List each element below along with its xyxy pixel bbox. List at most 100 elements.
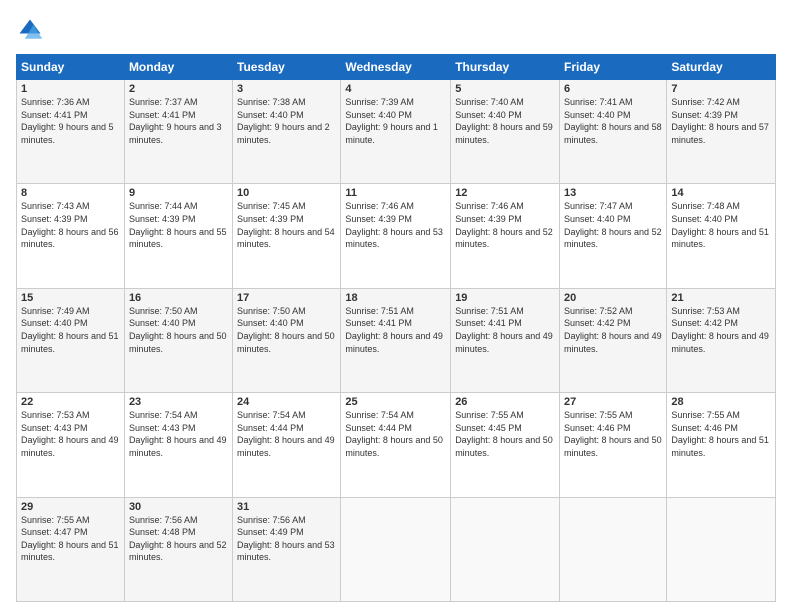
day-number: 26 [455, 396, 555, 408]
day-info: Sunrise: 7:42 AMSunset: 4:39 PMDaylight:… [671, 96, 771, 146]
day-number: 27 [564, 396, 662, 408]
calendar-cell: 23Sunrise: 7:54 AMSunset: 4:43 PMDayligh… [124, 393, 232, 497]
calendar-cell: 21Sunrise: 7:53 AMSunset: 4:42 PMDayligh… [667, 288, 776, 392]
day-number: 16 [129, 292, 228, 304]
calendar-week-row: 22Sunrise: 7:53 AMSunset: 4:43 PMDayligh… [17, 393, 776, 497]
day-number: 7 [671, 83, 771, 95]
day-info: Sunrise: 7:49 AMSunset: 4:40 PMDaylight:… [21, 305, 120, 355]
col-header-friday: Friday [560, 55, 667, 80]
day-number: 20 [564, 292, 662, 304]
day-info: Sunrise: 7:50 AMSunset: 4:40 PMDaylight:… [129, 305, 228, 355]
logo [16, 16, 48, 44]
calendar-cell: 20Sunrise: 7:52 AMSunset: 4:42 PMDayligh… [560, 288, 667, 392]
day-number: 24 [237, 396, 336, 408]
calendar-cell: 29Sunrise: 7:55 AMSunset: 4:47 PMDayligh… [17, 497, 125, 601]
calendar-cell: 28Sunrise: 7:55 AMSunset: 4:46 PMDayligh… [667, 393, 776, 497]
calendar-cell [560, 497, 667, 601]
calendar-cell: 22Sunrise: 7:53 AMSunset: 4:43 PMDayligh… [17, 393, 125, 497]
day-info: Sunrise: 7:54 AMSunset: 4:43 PMDaylight:… [129, 409, 228, 459]
calendar-cell: 9Sunrise: 7:44 AMSunset: 4:39 PMDaylight… [124, 184, 232, 288]
day-info: Sunrise: 7:40 AMSunset: 4:40 PMDaylight:… [455, 96, 555, 146]
day-info: Sunrise: 7:55 AMSunset: 4:46 PMDaylight:… [564, 409, 662, 459]
day-number: 30 [129, 501, 228, 513]
day-number: 3 [237, 83, 336, 95]
calendar-cell: 24Sunrise: 7:54 AMSunset: 4:44 PMDayligh… [233, 393, 341, 497]
logo-icon [16, 16, 44, 44]
calendar-cell: 7Sunrise: 7:42 AMSunset: 4:39 PMDaylight… [667, 80, 776, 184]
calendar-cell: 16Sunrise: 7:50 AMSunset: 4:40 PMDayligh… [124, 288, 232, 392]
calendar-table: SundayMondayTuesdayWednesdayThursdayFrid… [16, 54, 776, 602]
day-info: Sunrise: 7:56 AMSunset: 4:48 PMDaylight:… [129, 514, 228, 564]
calendar-cell: 3Sunrise: 7:38 AMSunset: 4:40 PMDaylight… [233, 80, 341, 184]
day-info: Sunrise: 7:55 AMSunset: 4:47 PMDaylight:… [21, 514, 120, 564]
day-info: Sunrise: 7:54 AMSunset: 4:44 PMDaylight:… [237, 409, 336, 459]
calendar-cell: 6Sunrise: 7:41 AMSunset: 4:40 PMDaylight… [560, 80, 667, 184]
day-info: Sunrise: 7:55 AMSunset: 4:46 PMDaylight:… [671, 409, 771, 459]
calendar-header-row: SundayMondayTuesdayWednesdayThursdayFrid… [17, 55, 776, 80]
day-number: 8 [21, 187, 120, 199]
day-number: 2 [129, 83, 228, 95]
day-info: Sunrise: 7:46 AMSunset: 4:39 PMDaylight:… [345, 200, 446, 250]
day-info: Sunrise: 7:53 AMSunset: 4:43 PMDaylight:… [21, 409, 120, 459]
calendar-cell: 12Sunrise: 7:46 AMSunset: 4:39 PMDayligh… [451, 184, 560, 288]
calendar-cell: 8Sunrise: 7:43 AMSunset: 4:39 PMDaylight… [17, 184, 125, 288]
day-info: Sunrise: 7:52 AMSunset: 4:42 PMDaylight:… [564, 305, 662, 355]
calendar-week-row: 15Sunrise: 7:49 AMSunset: 4:40 PMDayligh… [17, 288, 776, 392]
day-number: 4 [345, 83, 446, 95]
day-number: 12 [455, 187, 555, 199]
calendar-week-row: 8Sunrise: 7:43 AMSunset: 4:39 PMDaylight… [17, 184, 776, 288]
day-info: Sunrise: 7:38 AMSunset: 4:40 PMDaylight:… [237, 96, 336, 146]
day-info: Sunrise: 7:51 AMSunset: 4:41 PMDaylight:… [345, 305, 446, 355]
calendar-cell: 14Sunrise: 7:48 AMSunset: 4:40 PMDayligh… [667, 184, 776, 288]
calendar-cell: 5Sunrise: 7:40 AMSunset: 4:40 PMDaylight… [451, 80, 560, 184]
day-number: 28 [671, 396, 771, 408]
header [16, 16, 776, 44]
calendar-cell: 10Sunrise: 7:45 AMSunset: 4:39 PMDayligh… [233, 184, 341, 288]
day-info: Sunrise: 7:45 AMSunset: 4:39 PMDaylight:… [237, 200, 336, 250]
day-number: 31 [237, 501, 336, 513]
calendar-cell: 13Sunrise: 7:47 AMSunset: 4:40 PMDayligh… [560, 184, 667, 288]
col-header-tuesday: Tuesday [233, 55, 341, 80]
day-number: 21 [671, 292, 771, 304]
day-info: Sunrise: 7:47 AMSunset: 4:40 PMDaylight:… [564, 200, 662, 250]
calendar-week-row: 29Sunrise: 7:55 AMSunset: 4:47 PMDayligh… [17, 497, 776, 601]
calendar-cell: 27Sunrise: 7:55 AMSunset: 4:46 PMDayligh… [560, 393, 667, 497]
day-number: 29 [21, 501, 120, 513]
day-number: 18 [345, 292, 446, 304]
page: SundayMondayTuesdayWednesdayThursdayFrid… [0, 0, 792, 612]
day-info: Sunrise: 7:43 AMSunset: 4:39 PMDaylight:… [21, 200, 120, 250]
calendar-cell: 1Sunrise: 7:36 AMSunset: 4:41 PMDaylight… [17, 80, 125, 184]
calendar-cell: 25Sunrise: 7:54 AMSunset: 4:44 PMDayligh… [341, 393, 451, 497]
col-header-wednesday: Wednesday [341, 55, 451, 80]
day-number: 11 [345, 187, 446, 199]
day-info: Sunrise: 7:53 AMSunset: 4:42 PMDaylight:… [671, 305, 771, 355]
calendar-cell: 11Sunrise: 7:46 AMSunset: 4:39 PMDayligh… [341, 184, 451, 288]
calendar-cell: 31Sunrise: 7:56 AMSunset: 4:49 PMDayligh… [233, 497, 341, 601]
day-number: 9 [129, 187, 228, 199]
day-info: Sunrise: 7:41 AMSunset: 4:40 PMDaylight:… [564, 96, 662, 146]
col-header-sunday: Sunday [17, 55, 125, 80]
calendar-cell: 4Sunrise: 7:39 AMSunset: 4:40 PMDaylight… [341, 80, 451, 184]
day-number: 22 [21, 396, 120, 408]
calendar-cell: 18Sunrise: 7:51 AMSunset: 4:41 PMDayligh… [341, 288, 451, 392]
day-info: Sunrise: 7:56 AMSunset: 4:49 PMDaylight:… [237, 514, 336, 564]
day-info: Sunrise: 7:48 AMSunset: 4:40 PMDaylight:… [671, 200, 771, 250]
day-info: Sunrise: 7:44 AMSunset: 4:39 PMDaylight:… [129, 200, 228, 250]
day-number: 6 [564, 83, 662, 95]
col-header-thursday: Thursday [451, 55, 560, 80]
day-info: Sunrise: 7:50 AMSunset: 4:40 PMDaylight:… [237, 305, 336, 355]
calendar-cell: 2Sunrise: 7:37 AMSunset: 4:41 PMDaylight… [124, 80, 232, 184]
calendar-cell: 26Sunrise: 7:55 AMSunset: 4:45 PMDayligh… [451, 393, 560, 497]
calendar-cell: 15Sunrise: 7:49 AMSunset: 4:40 PMDayligh… [17, 288, 125, 392]
calendar-cell [667, 497, 776, 601]
calendar-cell: 19Sunrise: 7:51 AMSunset: 4:41 PMDayligh… [451, 288, 560, 392]
day-number: 10 [237, 187, 336, 199]
day-info: Sunrise: 7:39 AMSunset: 4:40 PMDaylight:… [345, 96, 446, 146]
day-info: Sunrise: 7:37 AMSunset: 4:41 PMDaylight:… [129, 96, 228, 146]
day-info: Sunrise: 7:36 AMSunset: 4:41 PMDaylight:… [21, 96, 120, 146]
calendar-cell [451, 497, 560, 601]
calendar-week-row: 1Sunrise: 7:36 AMSunset: 4:41 PMDaylight… [17, 80, 776, 184]
day-number: 23 [129, 396, 228, 408]
col-header-monday: Monday [124, 55, 232, 80]
day-number: 1 [21, 83, 120, 95]
